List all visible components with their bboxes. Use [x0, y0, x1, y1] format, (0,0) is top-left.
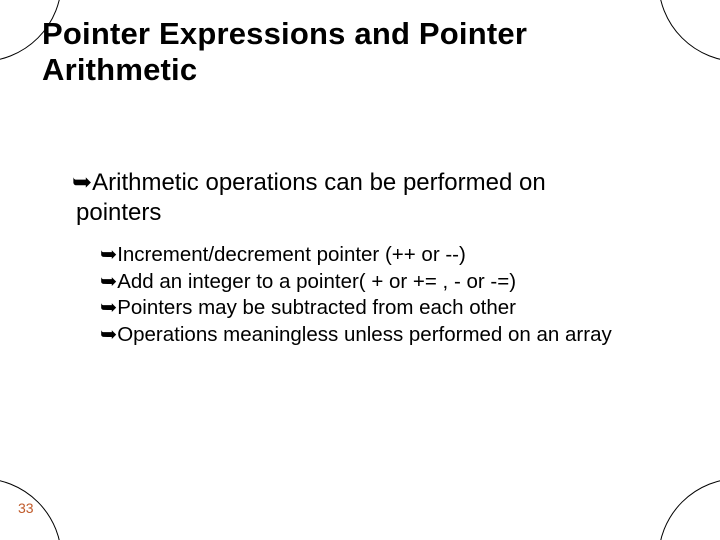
bullet-level1: ➥Arithmetic operations can be performed …	[72, 168, 680, 228]
corner-arc-bottom-right	[658, 478, 720, 540]
sub-bullet: ➥Add an integer to a pointer( + or += , …	[100, 269, 680, 296]
sub-bullet: ➥Increment/decrement pointer (++ or --)	[100, 242, 680, 269]
bullet-glyph: ➥	[72, 169, 92, 196]
bullet-text: Arithmetic operations can be performed o…	[92, 169, 546, 196]
sub-bullet-group: ➥Increment/decrement pointer (++ or --) …	[100, 242, 680, 349]
bullet-glyph: ➥	[100, 243, 117, 266]
sub-bullet-text: Operations meaningless unless performed …	[117, 323, 612, 346]
page-number: 33	[18, 500, 34, 516]
sub-bullet-text: Pointers may be subtracted from each oth…	[117, 296, 516, 319]
slide: Pointer Expressions and Pointer Arithmet…	[0, 0, 720, 540]
sub-bullet: ➥Pointers may be subtracted from each ot…	[100, 295, 680, 322]
sub-bullet-text: Add an integer to a pointer( + or += , -…	[117, 270, 516, 293]
sub-bullet: ➥Operations meaningless unless performed…	[100, 322, 680, 349]
bullet-glyph: ➥	[100, 323, 117, 346]
slide-body: ➥Arithmetic operations can be performed …	[72, 168, 680, 349]
bullet-glyph: ➥	[100, 270, 117, 293]
bullet-text-cont: pointers	[76, 198, 680, 228]
sub-bullet-text: Increment/decrement pointer (++ or --)	[117, 243, 466, 266]
bullet-glyph: ➥	[100, 296, 117, 319]
slide-title: Pointer Expressions and Pointer Arithmet…	[42, 16, 690, 87]
